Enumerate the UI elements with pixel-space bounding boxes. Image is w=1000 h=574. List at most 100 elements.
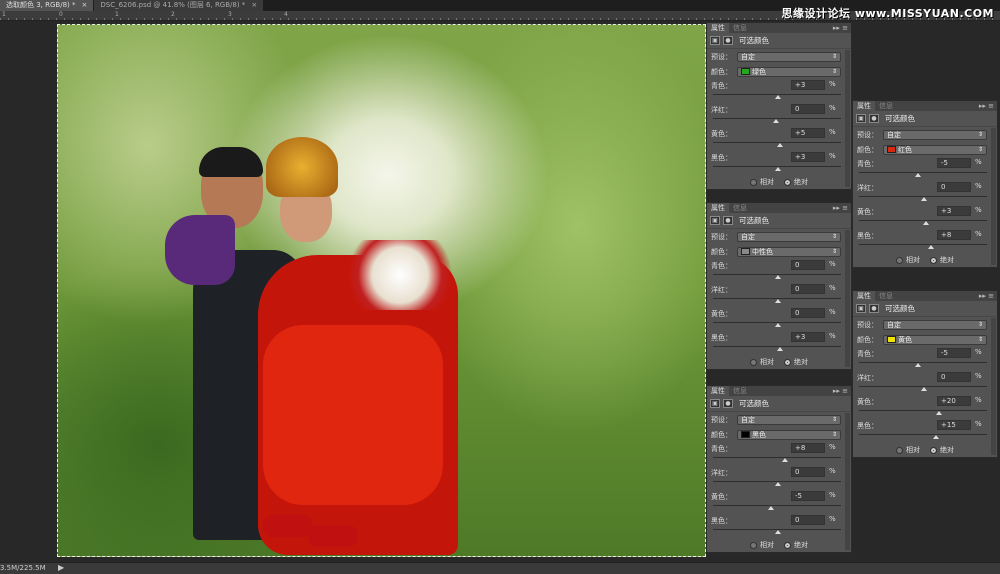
slider-row: 青色： -5 % xyxy=(853,347,997,371)
radio-absolute[interactable]: 绝对 xyxy=(784,357,808,367)
slider-value-input[interactable]: 0 xyxy=(937,182,971,192)
slider-track[interactable] xyxy=(859,172,987,173)
tab-info[interactable]: 信息 xyxy=(875,291,897,301)
slider-track[interactable] xyxy=(713,457,841,458)
slider-value-input[interactable]: +5 xyxy=(791,128,825,138)
panel-scrollbar[interactable] xyxy=(845,50,850,187)
slider-value-input[interactable]: 0 xyxy=(791,104,825,114)
slider-value-input[interactable]: +3 xyxy=(791,152,825,162)
panel-scrollbar[interactable] xyxy=(991,128,996,265)
slider-value-input[interactable]: 0 xyxy=(791,515,825,525)
slider-thumb[interactable] xyxy=(923,221,930,225)
slider-thumb[interactable] xyxy=(777,143,784,147)
slider-thumb[interactable] xyxy=(782,458,789,462)
color-swatch xyxy=(887,336,896,343)
image-canvas[interactable] xyxy=(57,24,706,557)
slider-thumb[interactable] xyxy=(775,299,781,303)
slider-value-input[interactable]: +3 xyxy=(937,206,971,216)
slider-thumb[interactable] xyxy=(775,95,781,99)
slider-value-input[interactable]: +3 xyxy=(791,80,825,90)
slider-value-input[interactable]: +8 xyxy=(937,230,971,240)
status-menu-arrow-icon[interactable]: ▶ xyxy=(58,563,64,572)
panel-menu-icon[interactable]: ▸▸ ≡ xyxy=(979,291,994,301)
tab-properties[interactable]: 属性 xyxy=(853,291,875,301)
slider-label: 黄色： xyxy=(711,310,732,318)
slider-thumb[interactable] xyxy=(775,167,781,171)
tab-info[interactable]: 信息 xyxy=(729,386,751,396)
slider-value-input[interactable]: 0 xyxy=(791,308,825,318)
panel-scrollbar[interactable] xyxy=(845,230,850,367)
tab-properties[interactable]: 属性 xyxy=(707,23,729,33)
preset-select[interactable]: 自定 ⇕ xyxy=(883,129,987,140)
slider-value-input[interactable]: 0 xyxy=(791,467,825,477)
slider-value-input[interactable]: +15 xyxy=(937,420,971,430)
document-tab-1[interactable]: 选取颜色 3, RGB/8) * × xyxy=(0,0,94,11)
slider-thumb[interactable] xyxy=(775,482,781,486)
tab-info[interactable]: 信息 xyxy=(729,203,751,213)
radio-icon xyxy=(930,446,937,454)
slider-value-input[interactable]: -5 xyxy=(937,158,971,168)
slider-value-input[interactable]: +20 xyxy=(937,396,971,406)
tab-info[interactable]: 信息 xyxy=(729,23,751,33)
slider-thumb[interactable] xyxy=(914,363,921,367)
preset-label: 预设： xyxy=(857,320,878,329)
slider-value-input[interactable]: 0 xyxy=(791,284,825,294)
slider-thumb[interactable] xyxy=(921,387,927,391)
document-tab-2[interactable]: DSC_6206.psd @ 41.8% (图层 6, RGB/8) * × xyxy=(94,0,264,11)
panel-scrollbar[interactable] xyxy=(991,318,996,455)
color-select[interactable]: 红色 ⇕ xyxy=(883,144,987,155)
slider-thumb[interactable] xyxy=(775,323,781,327)
radio-absolute[interactable]: 绝对 xyxy=(784,540,808,550)
radio-icon xyxy=(784,358,791,366)
slider-value-input[interactable]: -5 xyxy=(937,348,971,358)
radio-relative[interactable]: 相对 xyxy=(750,357,774,367)
preset-select[interactable]: 自定 ⇕ xyxy=(737,414,841,425)
slider-track[interactable] xyxy=(713,505,841,506)
slider-track[interactable] xyxy=(859,410,987,411)
color-select[interactable]: 绿色 ⇕ xyxy=(737,66,841,77)
color-select[interactable]: 黄色 ⇕ xyxy=(883,334,987,345)
color-select[interactable]: 中性色 ⇕ xyxy=(737,246,841,257)
color-select[interactable]: 黑色 ⇕ xyxy=(737,429,841,440)
preset-select[interactable]: 自定 ⇕ xyxy=(737,231,841,242)
photo-shoe xyxy=(308,525,358,547)
slider-value-input[interactable]: -5 xyxy=(791,491,825,501)
radio-relative[interactable]: 相对 xyxy=(896,255,920,265)
slider-thumb[interactable] xyxy=(914,173,921,177)
radio-relative[interactable]: 相对 xyxy=(750,540,774,550)
slider-thumb[interactable] xyxy=(777,347,784,351)
radio-relative[interactable]: 相对 xyxy=(896,445,920,455)
panel-menu-icon[interactable]: ▸▸ ≡ xyxy=(833,23,848,33)
radio-absolute[interactable]: 绝对 xyxy=(784,177,808,187)
slider-track[interactable] xyxy=(859,434,987,435)
panel-menu-icon[interactable]: ▸▸ ≡ xyxy=(833,203,848,213)
slider-thumb[interactable] xyxy=(767,506,774,510)
slider-thumb[interactable] xyxy=(775,530,781,534)
slider-thumb[interactable] xyxy=(921,197,927,201)
tab-properties[interactable]: 属性 xyxy=(853,101,875,111)
slider-track[interactable] xyxy=(859,244,987,245)
slider-track[interactable] xyxy=(859,362,987,363)
tab-properties[interactable]: 属性 xyxy=(707,203,729,213)
tab-info[interactable]: 信息 xyxy=(875,101,897,111)
slider-value-input[interactable]: 0 xyxy=(937,372,971,382)
slider-thumb[interactable] xyxy=(935,411,942,415)
preset-select[interactable]: 自定 ⇕ xyxy=(737,51,841,62)
radio-relative[interactable]: 相对 xyxy=(750,177,774,187)
slider-value-input[interactable]: 0 xyxy=(791,260,825,270)
preset-select[interactable]: 自定 ⇕ xyxy=(883,319,987,330)
radio-absolute[interactable]: 绝对 xyxy=(930,255,954,265)
slider-value-input[interactable]: +8 xyxy=(791,443,825,453)
panel-scrollbar[interactable] xyxy=(845,413,850,550)
close-icon[interactable]: × xyxy=(251,1,257,9)
slider-value-input[interactable]: +3 xyxy=(791,332,825,342)
slider-thumb[interactable] xyxy=(933,435,940,439)
panel-menu-icon[interactable]: ▸▸ ≡ xyxy=(979,101,994,111)
tab-properties[interactable]: 属性 xyxy=(707,386,729,396)
panel-menu-icon[interactable]: ▸▸ ≡ xyxy=(833,386,848,396)
slider-thumb[interactable] xyxy=(772,119,779,123)
slider-thumb[interactable] xyxy=(928,245,935,249)
close-icon[interactable]: × xyxy=(82,1,88,9)
slider-thumb[interactable] xyxy=(775,275,781,279)
radio-absolute[interactable]: 绝对 xyxy=(930,445,954,455)
